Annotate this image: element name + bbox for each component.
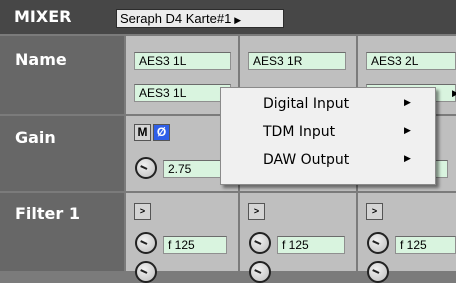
mute-button[interactable]: M <box>134 124 151 141</box>
name-row-label-cell: Name <box>0 36 124 114</box>
channel-1-name-field[interactable]: AES3 1L <box>134 52 231 70</box>
submenu-arrow-icon: ▶ <box>404 98 411 108</box>
submenu-arrow-icon: ▶ <box>404 154 411 164</box>
channel-2-filter-value[interactable]: f 125 <box>277 236 345 254</box>
filter-row-label-cell: Filter 1 <box>0 193 124 271</box>
channel-1-filter-value[interactable]: f 125 <box>163 236 227 254</box>
name-row-label: Name <box>15 50 67 69</box>
triangle-right-icon: ▶ <box>234 15 242 25</box>
gain-knob[interactable] <box>135 157 157 179</box>
filter-frequency-knob[interactable] <box>135 232 157 254</box>
channel-3-filter-cell: > f 125 <box>358 193 456 283</box>
filter-gain-knob[interactable] <box>135 261 157 283</box>
filter-row-label: Filter 1 <box>15 204 80 223</box>
filter-gain-knob[interactable] <box>249 261 271 283</box>
play-icon[interactable]: > <box>248 203 265 220</box>
gain-row-label-cell: Gain <box>0 116 124 191</box>
menu-item-label: Digital Input <box>263 96 350 112</box>
channel-2-filter-cell: > f 125 <box>240 193 356 283</box>
filter-frequency-knob[interactable] <box>367 232 389 254</box>
mixer-title: MIXER <box>14 7 72 26</box>
submenu-arrow-icon: ▶ <box>404 126 411 136</box>
menu-item-label: TDM Input <box>263 124 336 140</box>
input-source-context-menu: Digital Input ▶ TDM Input ▶ DAW Output ▶ <box>220 87 436 185</box>
channel-3-filter-value[interactable]: f 125 <box>395 236 456 254</box>
input-dropdown-arrow-icon[interactable]: ▶ <box>452 88 456 99</box>
filter-gain-knob[interactable] <box>367 261 389 283</box>
play-icon[interactable]: > <box>366 203 383 220</box>
channel-1-input-field[interactable]: AES3 1L <box>134 84 231 102</box>
gain-row-label: Gain <box>15 128 56 147</box>
channel-1-filter-cell: > f 125 <box>126 193 238 283</box>
menu-item-tdm-input[interactable]: TDM Input ▶ <box>221 120 435 146</box>
phase-invert-button[interactable]: Ø <box>153 124 170 141</box>
filter-frequency-knob[interactable] <box>249 232 271 254</box>
device-selector[interactable]: Seraph D4 Karte#1 ▶ <box>116 9 284 28</box>
menu-item-label: DAW Output <box>263 152 350 168</box>
menu-item-daw-output[interactable]: DAW Output ▶ <box>221 148 435 174</box>
menu-item-digital-input[interactable]: Digital Input ▶ <box>221 92 435 118</box>
play-icon[interactable]: > <box>134 203 151 220</box>
channel-3-name-field[interactable]: AES3 2L <box>366 52 456 70</box>
channel-2-name-field[interactable]: AES3 1R <box>248 52 346 70</box>
device-name: Seraph D4 Karte#1 <box>120 11 232 26</box>
mixer-header: MIXER Seraph D4 Karte#1 ▶ <box>0 0 456 34</box>
